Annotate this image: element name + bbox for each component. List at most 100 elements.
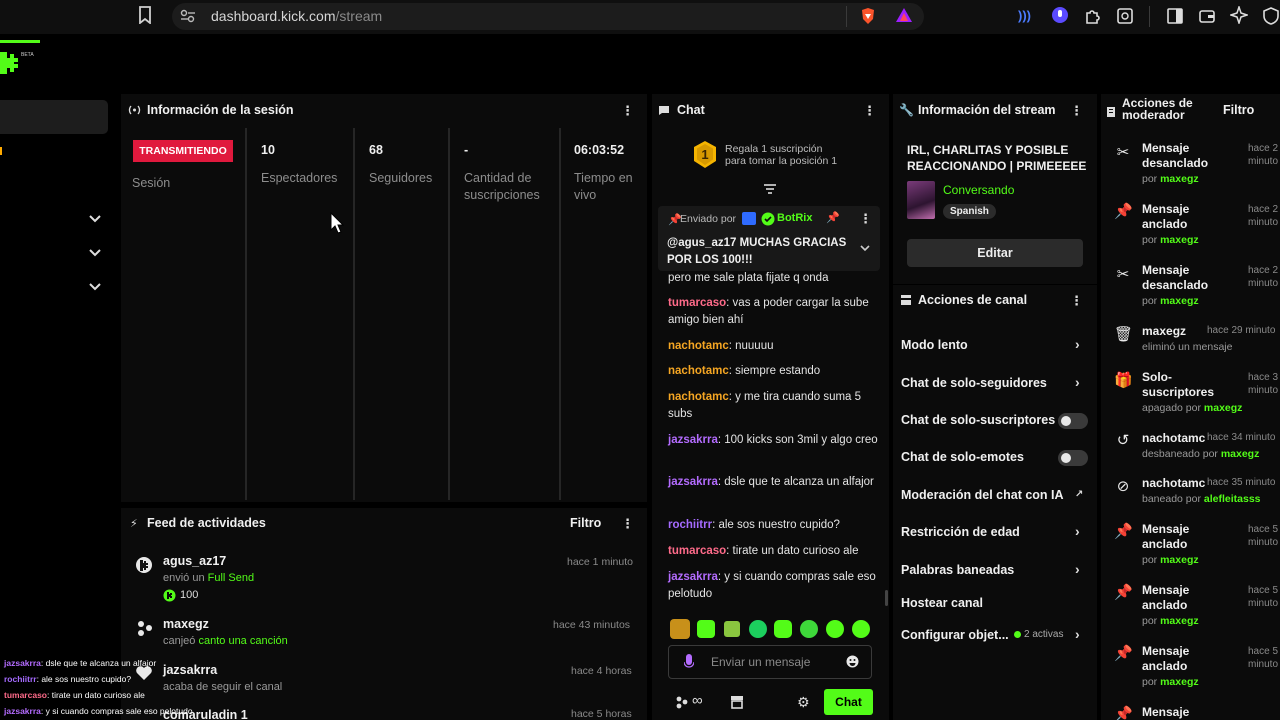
language-tag: Spanish [943, 204, 996, 219]
bookmark-icon[interactable] [138, 6, 152, 28]
by-prefix: desbaneado por [1142, 448, 1221, 460]
by-user[interactable]: alefleitasss [1204, 493, 1261, 505]
emote-icon[interactable] [826, 620, 844, 638]
wallet-icon[interactable] [1198, 7, 1216, 28]
feed-user[interactable]: maxegz [163, 617, 209, 631]
mod-action-time: hace 2 minuto [1248, 265, 1279, 289]
mod-action-title: Solo-suscriptores [1142, 370, 1215, 399]
sidebar-toggle-icon[interactable] [1166, 7, 1184, 28]
pinned-menu-icon[interactable]: ⋮ [859, 211, 872, 226]
extensions-puzzle-icon[interactable] [1084, 7, 1102, 28]
action-emotes-only: Chat de solo-emotes [901, 450, 1091, 466]
site-settings-icon[interactable] [180, 9, 196, 26]
action-slow-mode[interactable]: Modo lento › [901, 336, 1091, 352]
signal-icon [128, 104, 141, 119]
emote-icon[interactable] [724, 621, 740, 637]
live-time-label: Tiempo en vivo [574, 171, 633, 202]
pin-icon: 📌 [1114, 523, 1133, 540]
subscribers-only-toggle[interactable] [1058, 413, 1088, 429]
extension-mic-icon[interactable] [1051, 6, 1069, 27]
emote-icon[interactable] [800, 620, 818, 638]
feed-filter-button[interactable]: Filtro [570, 516, 601, 530]
chevron-down-icon[interactable] [88, 246, 102, 260]
by-user[interactable]: maxegz [1160, 676, 1199, 688]
feed-user[interactable]: agus_az17 [163, 554, 226, 568]
pin-action-icon[interactable]: 📌 [826, 211, 840, 224]
by-user[interactable]: maxegz [1221, 448, 1260, 460]
chat-username[interactable]: tumarcaso [668, 297, 726, 309]
chevron-down-icon[interactable] [88, 212, 102, 226]
chat-filter-icon[interactable] [763, 183, 777, 198]
chat-settings-gear-icon[interactable]: ⚙ [797, 694, 810, 711]
emoji-icon[interactable] [846, 655, 859, 671]
chat-menu-icon[interactable]: ⋮ [863, 103, 876, 118]
by-user[interactable]: maxegz [1160, 554, 1199, 566]
action-banned-words[interactable]: Palabras baneadas › [901, 561, 1091, 577]
chat-username[interactable]: tumarcaso [668, 545, 726, 557]
status-dot [1014, 631, 1021, 638]
chat-message: nachotamc: siempre estando [668, 363, 878, 380]
brave-rewards-icon[interactable] [895, 7, 913, 26]
feed-item: comaruladin 1 hace 5 horas [135, 708, 635, 720]
emote-icon[interactable] [697, 620, 715, 638]
vpn-icon[interactable] [1262, 7, 1280, 28]
feed-user[interactable]: jazsakrra [163, 663, 217, 677]
by-user[interactable]: maxegz [1160, 615, 1199, 627]
stream-info-menu-icon[interactable]: ⋮ [1070, 103, 1083, 118]
stream-category[interactable]: Conversando [943, 183, 1014, 197]
by-user[interactable]: maxegz [1204, 402, 1243, 414]
overlay-text: : tirate un dato curioso ale [47, 690, 145, 700]
store-icon[interactable] [730, 695, 744, 712]
chevron-down-icon[interactable] [859, 242, 871, 256]
chat-username[interactable]: nachotamc [668, 340, 729, 352]
by-prefix: baneado por [1142, 493, 1204, 505]
screenshot-icon[interactable] [1116, 7, 1134, 28]
chat-username[interactable]: rochiitrr [668, 519, 712, 531]
emotes-only-toggle[interactable] [1058, 450, 1088, 466]
feed-time: hace 1 minuto [567, 556, 633, 568]
followers-label: Seguidores [369, 171, 433, 185]
kick-logo[interactable] [0, 50, 22, 76]
pinned-by-user[interactable]: BotRix [777, 212, 812, 224]
action-configure-goals[interactable]: Configurar objet... 2 activas › [901, 626, 1091, 642]
chat-username[interactable]: nachotamc [668, 391, 729, 403]
by-user[interactable]: maxegz [1160, 234, 1199, 246]
session-menu-icon[interactable]: ⋮ [621, 103, 634, 118]
gift-prompt[interactable]: Regala 1 suscripción para tomar la posic… [725, 143, 837, 167]
by-user[interactable]: maxegz [1160, 295, 1199, 307]
brave-shield-icon[interactable] [860, 7, 876, 28]
chat-message: jazsakrra: 100 kicks son 3mil y algo cre… [668, 432, 878, 449]
channel-actions-menu-icon[interactable]: ⋮ [1070, 293, 1083, 308]
gift-rank-badge[interactable]: 1 [692, 140, 718, 173]
emote-icon[interactable] [852, 620, 870, 638]
action-host-channel[interactable]: Hostear canal [901, 596, 1091, 610]
action-age-restriction[interactable]: Restricción de edad › [901, 523, 1091, 539]
chat-username[interactable]: jazsakrra [668, 571, 718, 583]
mod-action-time: hace 29 minuto [1207, 325, 1276, 336]
chat-username[interactable]: jazsakrra [668, 476, 718, 488]
by-user[interactable]: maxegz [1160, 173, 1199, 185]
chat-username[interactable]: nachotamc [668, 365, 729, 377]
chevron-down-icon[interactable] [88, 280, 102, 294]
points-icon[interactable] [675, 695, 689, 712]
action-label: Chat de solo-suscriptores [901, 413, 1056, 427]
action-label: Modo lento [901, 338, 968, 352]
emote-icon[interactable] [774, 620, 792, 638]
action-ai-moderation[interactable]: Moderación del chat con IA ↗ [901, 488, 1091, 502]
emote-icon[interactable] [670, 619, 690, 639]
emote-icon[interactable] [749, 620, 767, 638]
feed-menu-icon[interactable]: ⋮ [621, 516, 634, 531]
microphone-icon[interactable] [683, 654, 695, 673]
sidebar-item-active[interactable] [0, 100, 108, 134]
chat-scrollbar[interactable] [885, 590, 888, 606]
mod-filter-button[interactable]: Filtro [1223, 103, 1254, 117]
bolt-icon: ⚡ [130, 518, 138, 530]
extension-wave-icon[interactable]: ))) [1018, 8, 1031, 23]
action-followers-only[interactable]: Chat de solo-seguidores › [901, 374, 1091, 390]
chat-send-button[interactable]: Chat [824, 689, 873, 715]
leo-ai-icon[interactable] [1228, 4, 1250, 27]
edit-stream-button[interactable]: Editar [907, 239, 1083, 267]
mouse-cursor-icon [330, 211, 345, 237]
mod-action-time: hace 3 minuto [1248, 372, 1279, 396]
chat-username[interactable]: jazsakrra [668, 434, 718, 446]
